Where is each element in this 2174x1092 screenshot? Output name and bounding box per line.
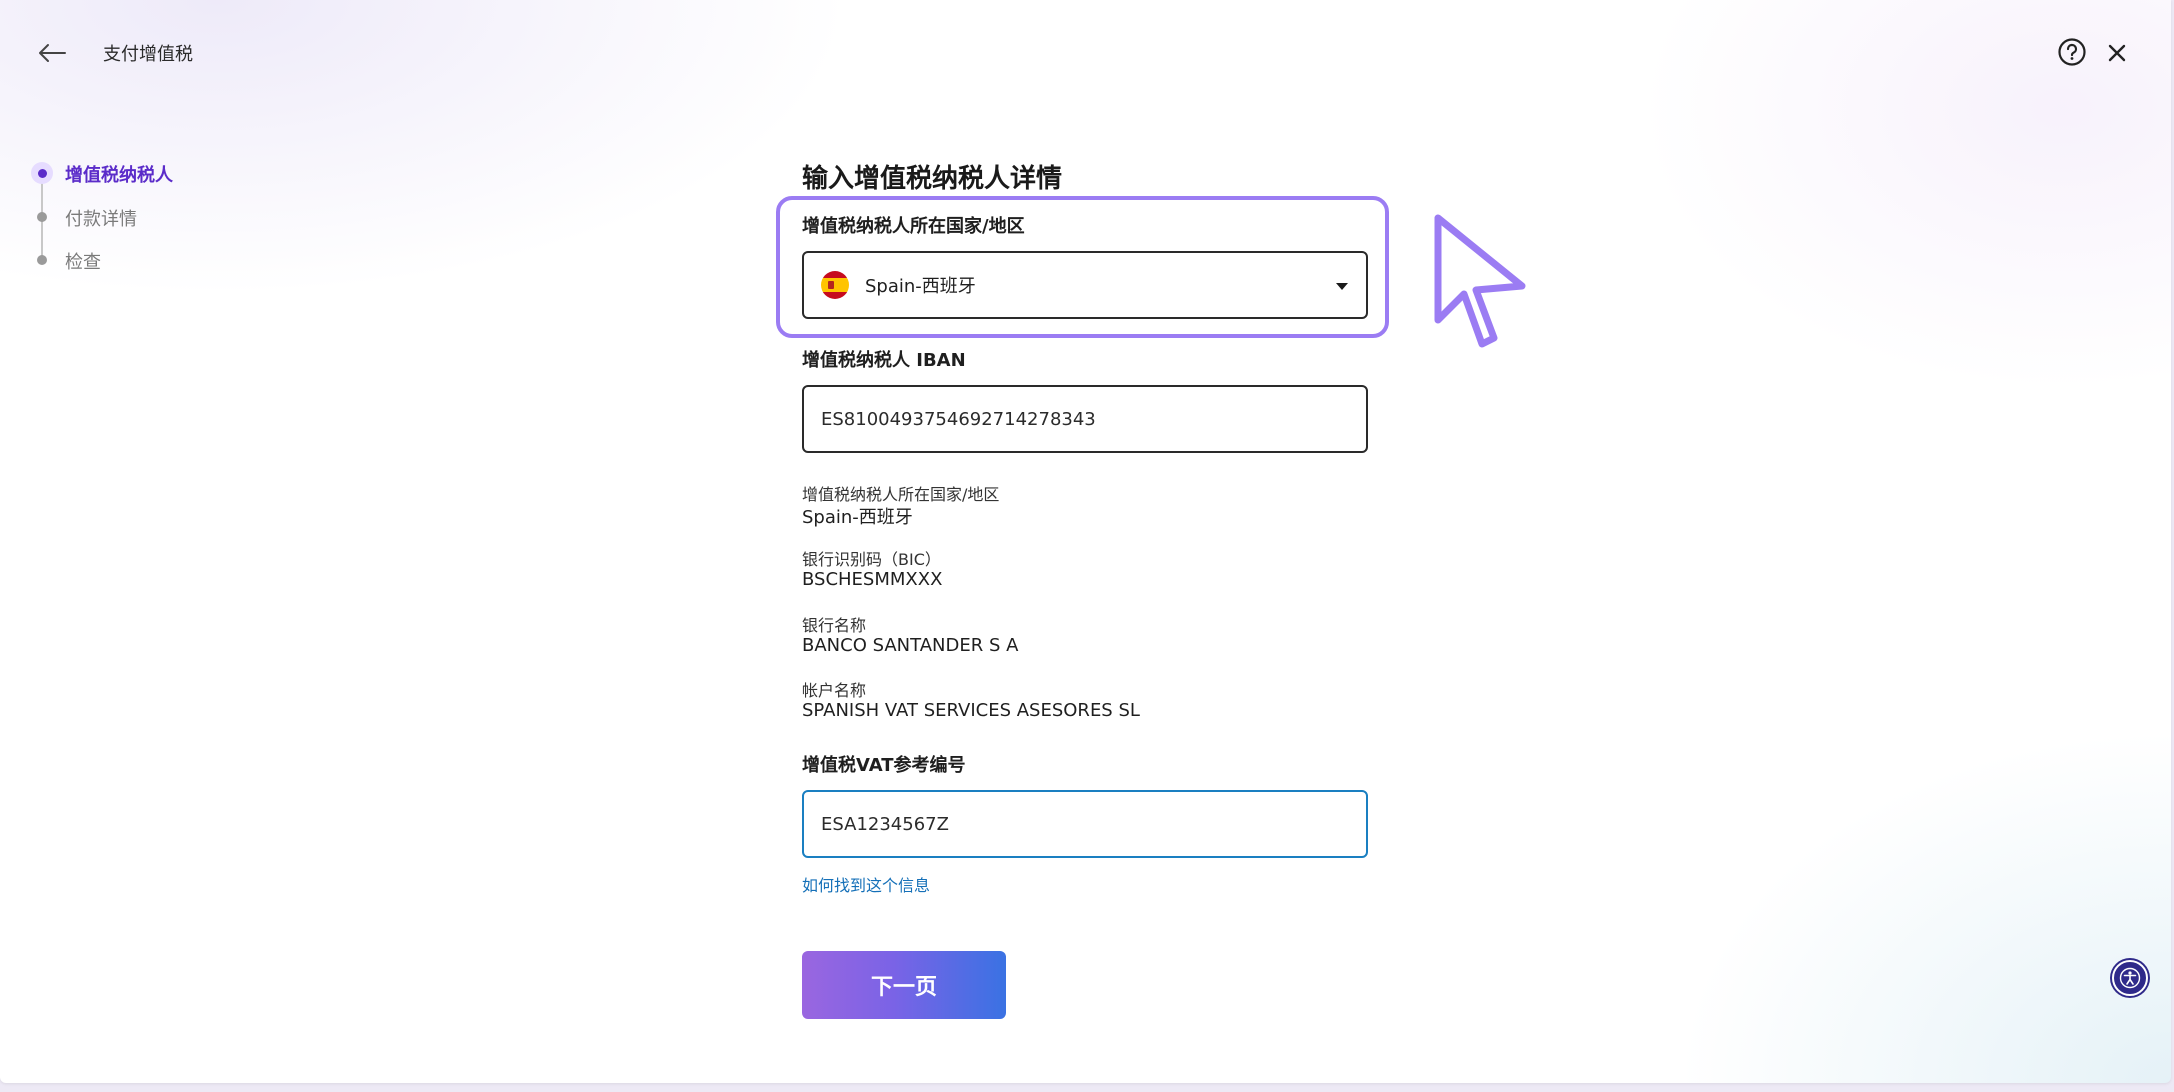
- country-select[interactable]: Spain-西班牙: [802, 251, 1368, 319]
- detail-bic-value: BSCHESMMXXX: [802, 569, 943, 590]
- page-container: 支付增值税 增值税纳税人 付款详情 检查 输入增值税纳税人详情 增值税纳税人所在…: [0, 0, 2171, 1083]
- iban-label: 增值税纳税人 IBAN: [802, 350, 966, 371]
- iban-input[interactable]: [802, 385, 1368, 453]
- detail-country-value: Spain-西班牙: [802, 507, 913, 528]
- step-vat-taxpayer[interactable]: 增值税纳税人: [65, 161, 173, 187]
- detail-bic-label: 银行识别码（BIC）: [802, 550, 941, 569]
- accessibility-icon: [2119, 967, 2141, 989]
- arrow-left-icon: [39, 44, 66, 62]
- detail-bank-name-value: BANCO SANTANDER S A: [802, 635, 1019, 656]
- step-indicator-active: [31, 162, 53, 184]
- close-icon: [2108, 44, 2126, 62]
- help-button[interactable]: [2057, 37, 2087, 67]
- caret-down-icon: [1336, 283, 1348, 290]
- step-review[interactable]: 检查: [65, 248, 101, 274]
- spain-flag-icon: [821, 271, 849, 299]
- vat-ref-label: 增值税VAT参考编号: [802, 755, 966, 776]
- detail-country-label: 增值税纳税人所在国家/地区: [802, 485, 1000, 504]
- form-title: 输入增值税纳税人详情: [802, 164, 1063, 194]
- step-payment-details[interactable]: 付款详情: [65, 205, 137, 231]
- back-button[interactable]: [34, 36, 70, 70]
- step-indicator: [37, 255, 47, 265]
- country-select-value: Spain-西班牙: [865, 276, 976, 297]
- detail-account-name-label: 帐户名称: [802, 681, 867, 700]
- close-button[interactable]: [2104, 40, 2130, 66]
- question-circle-icon: [2058, 38, 2086, 66]
- find-info-link[interactable]: 如何找到这个信息: [802, 872, 930, 896]
- pointer-cursor-icon: [1434, 214, 1526, 348]
- next-button[interactable]: 下一页: [802, 951, 1006, 1019]
- detail-account-name-value: SPANISH VAT SERVICES ASESORES SL: [802, 700, 1140, 721]
- page-title: 支付增值税: [103, 44, 193, 65]
- vat-ref-input[interactable]: [802, 790, 1368, 858]
- step-indicator: [37, 212, 47, 222]
- country-label: 增值税纳税人所在国家/地区: [802, 216, 1025, 237]
- detail-bank-name-label: 银行名称: [802, 616, 867, 635]
- accessibility-button[interactable]: [2112, 960, 2148, 996]
